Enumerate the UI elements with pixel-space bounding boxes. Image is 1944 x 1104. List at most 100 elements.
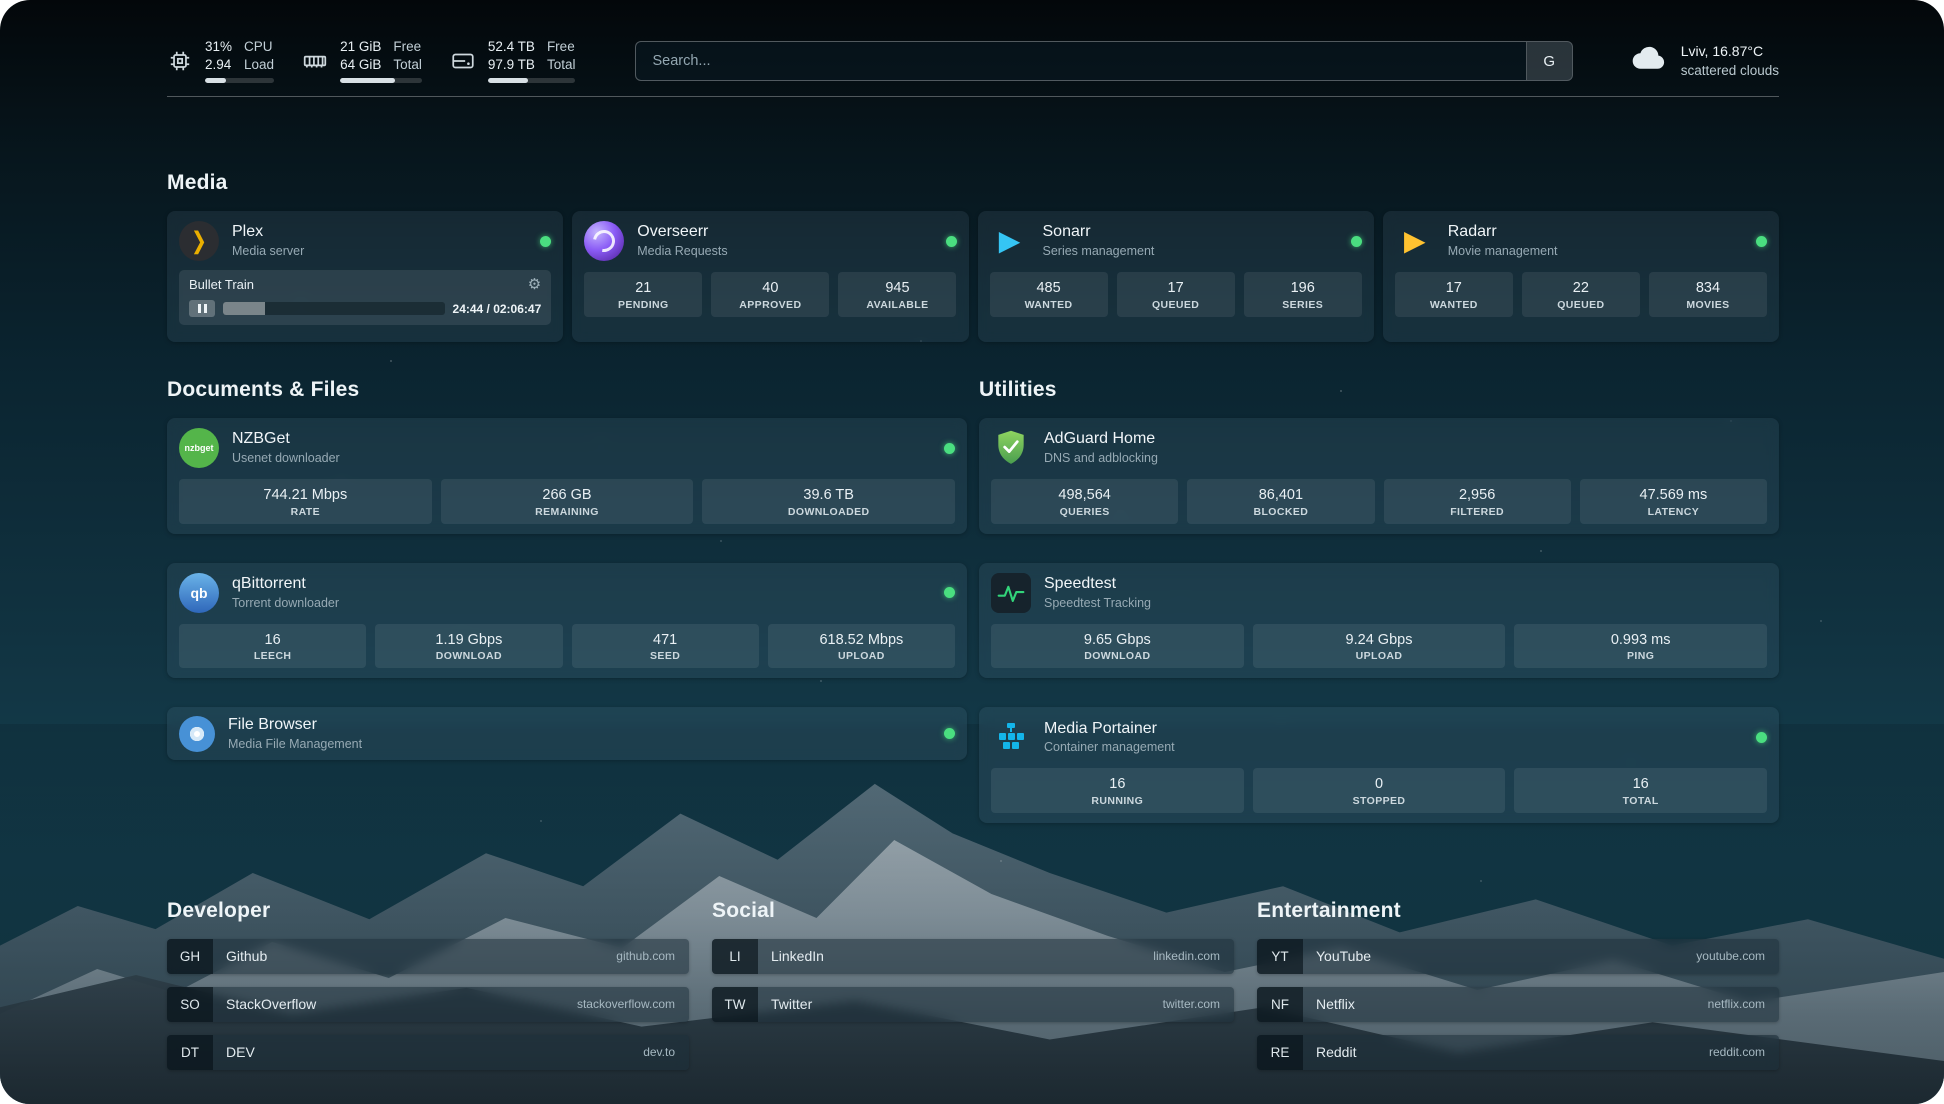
stat-ping: 0.993 msPING (1514, 624, 1767, 669)
section-utilities: Utilities AdGuard Home DNS and adblockin… (979, 378, 1779, 823)
cpu-load-value: 2.94 (205, 57, 232, 74)
service-card-sonarr[interactable]: ▶ Sonarr Series management 485WANTED 17Q… (978, 211, 1374, 342)
stat-pending: 21PENDING (584, 272, 702, 317)
status-dot (1756, 236, 1767, 247)
bookmark-name: Netflix (1316, 996, 1355, 1012)
section-documents: Documents & Files nzbget NZBGet Usenet d… (167, 378, 967, 823)
bookmark-github[interactable]: GH Github github.com (167, 939, 689, 974)
memory-free-label: Free (393, 39, 422, 56)
plex-icon: ❯ (179, 221, 219, 261)
service-card-plex[interactable]: ❯ Plex Media server Bullet Train ⚙ (167, 211, 563, 342)
service-name: NZBGet (232, 429, 340, 450)
stat-filtered: 2,956FILTERED (1384, 479, 1571, 524)
stat-available: 945AVAILABLE (838, 272, 956, 317)
search-bar: G (635, 41, 1572, 81)
bookmark-name: YouTube (1316, 948, 1371, 964)
weather-widget: Lviv, 16.87°C scattered clouds (1629, 41, 1779, 81)
top-bar: 31% CPU 2.94 Load 21 GiB Free 64 GiB Tot… (167, 0, 1779, 90)
service-name: Sonarr (1043, 222, 1155, 243)
memory-free-value: 21 GiB (340, 39, 381, 56)
service-name: Speedtest (1044, 574, 1151, 595)
service-card-qbittorrent[interactable]: qb qBittorrent Torrent downloader 16LEEC… (167, 563, 967, 679)
memory-progress-bar (340, 78, 422, 83)
stat-wanted: 485WANTED (990, 272, 1108, 317)
bookmark-url: reddit.com (1709, 1045, 1779, 1059)
status-dot (1756, 732, 1767, 743)
service-desc: Media server (232, 243, 304, 259)
bookmark-stackoverflow[interactable]: SO StackOverflow stackoverflow.com (167, 987, 689, 1022)
status-dot (944, 728, 955, 739)
stat-series: 196SERIES (1244, 272, 1362, 317)
bookmark-name: DEV (226, 1044, 255, 1060)
service-card-nzbget[interactable]: nzbget NZBGet Usenet downloader 744.21 M… (167, 418, 967, 534)
stat-total: 16TOTAL (1514, 768, 1767, 813)
memory-icon (302, 48, 328, 74)
section-title-media: Media (167, 171, 1779, 195)
search-input[interactable] (636, 42, 1525, 80)
pause-button[interactable] (189, 300, 215, 317)
disk-total-label: Total (547, 57, 576, 74)
bookmark-youtube[interactable]: YT YouTube youtube.com (1257, 939, 1779, 974)
stat-upload: 618.52 MbpsUPLOAD (768, 624, 955, 669)
filebrowser-icon (179, 716, 215, 752)
radarr-icon: ▶ (1395, 221, 1435, 261)
service-name: File Browser (228, 715, 362, 736)
stat-approved: 40APPROVED (711, 272, 829, 317)
qbittorrent-icon: qb (179, 573, 219, 613)
bookmark-group-entertainment: Entertainment YT YouTube youtube.com NF … (1257, 899, 1779, 1070)
disk-free-value: 52.4 TB (488, 39, 535, 56)
bookmark-group-developer: Developer GH Github github.com SO StackO… (167, 899, 689, 1070)
bookmark-url: youtube.com (1696, 949, 1779, 963)
service-card-overseerr[interactable]: Overseerr Media Requests 21PENDING 40APP… (572, 211, 968, 342)
bookmark-group-social: Social LI LinkedIn linkedin.com TW Twitt… (712, 899, 1234, 1070)
bookmark-abbr: LI (712, 939, 758, 974)
service-card-adguard[interactable]: AdGuard Home DNS and adblocking 498,564Q… (979, 418, 1779, 534)
stat-downloaded: 39.6 TBDOWNLOADED (702, 479, 955, 524)
service-card-radarr[interactable]: ▶ Radarr Movie management 17WANTED 22QUE… (1383, 211, 1779, 342)
section-title-entertainment: Entertainment (1257, 899, 1779, 923)
bookmark-name: Github (226, 948, 267, 964)
weather-location: Lviv, 16.87°C (1681, 41, 1779, 61)
cpu-progress-bar (205, 78, 274, 83)
bookmark-url: dev.to (643, 1045, 689, 1059)
service-card-filebrowser[interactable]: File Browser Media File Management (167, 707, 967, 760)
bookmark-abbr: GH (167, 939, 213, 974)
stat-queued: 22QUEUED (1522, 272, 1640, 317)
service-desc: Torrent downloader (232, 595, 339, 611)
service-name: Media Portainer (1044, 719, 1175, 740)
bookmark-name: StackOverflow (226, 996, 316, 1012)
bookmark-name: Twitter (771, 996, 812, 1012)
stat-upload: 9.24 GbpsUPLOAD (1253, 624, 1506, 669)
portainer-icon (991, 717, 1031, 757)
bookmark-linkedin[interactable]: LI LinkedIn linkedin.com (712, 939, 1234, 974)
search-provider-button[interactable]: G (1526, 42, 1572, 80)
stat-queries: 498,564QUERIES (991, 479, 1178, 524)
service-name: qBittorrent (232, 574, 339, 595)
bookmark-netflix[interactable]: NF Netflix netflix.com (1257, 987, 1779, 1022)
playback-progress-bar[interactable] (223, 302, 445, 315)
bookmark-dev[interactable]: DT DEV dev.to (167, 1035, 689, 1070)
stat-download: 1.19 GbpsDOWNLOAD (375, 624, 562, 669)
service-desc: Container management (1044, 739, 1175, 755)
stat-running: 16RUNNING (991, 768, 1244, 813)
cloud-icon (1629, 42, 1669, 79)
gear-icon[interactable]: ⚙ (528, 277, 541, 292)
bookmark-abbr: TW (712, 987, 758, 1022)
memory-total-label: Total (393, 57, 422, 74)
bookmark-name: LinkedIn (771, 948, 824, 964)
bookmark-reddit[interactable]: RE Reddit reddit.com (1257, 1035, 1779, 1070)
section-title-developer: Developer (167, 899, 689, 923)
nzbget-icon: nzbget (179, 428, 219, 468)
cpu-load-label: Load (244, 57, 274, 74)
service-card-portainer[interactable]: Media Portainer Container management 16R… (979, 707, 1779, 823)
service-card-speedtest[interactable]: Speedtest Speedtest Tracking 9.65 GbpsDO… (979, 563, 1779, 679)
stat-stopped: 0STOPPED (1253, 768, 1506, 813)
service-desc: Media File Management (228, 736, 362, 752)
bookmark-twitter[interactable]: TW Twitter twitter.com (712, 987, 1234, 1022)
status-dot (946, 236, 957, 247)
disk-widget: 52.4 TB Free 97.9 TB Total (450, 39, 576, 84)
stat-remaining: 266 GBREMAINING (441, 479, 694, 524)
dashboard-screen: 31% CPU 2.94 Load 21 GiB Free 64 GiB Tot… (0, 0, 1944, 1104)
service-desc: Speedtest Tracking (1044, 595, 1151, 611)
disk-progress-bar (488, 78, 576, 83)
